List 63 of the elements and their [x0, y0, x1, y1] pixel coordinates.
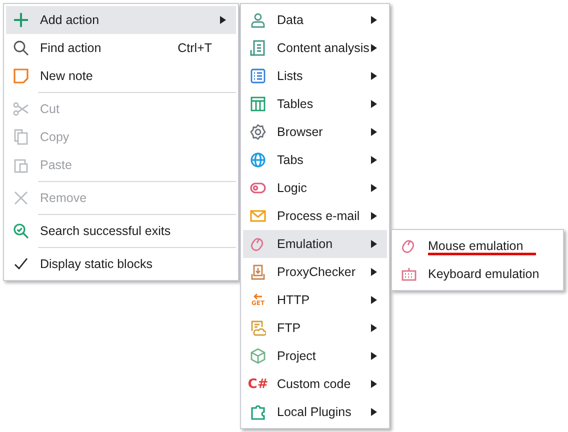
submenu-arrow-icon [371, 296, 377, 304]
download-tray-icon [250, 264, 266, 280]
menu-item[interactable]: FTP [243, 314, 387, 342]
plus-icon [13, 12, 29, 28]
menu-item[interactable]: Emulation [243, 230, 387, 258]
checkmark-icon [13, 256, 29, 272]
menu-item[interactable]: Find action Ctrl+T [6, 34, 236, 62]
person-icon [250, 12, 266, 28]
cloud-document-icon [250, 320, 266, 336]
paste-icon [13, 157, 29, 173]
envelope-icon [250, 208, 266, 224]
menu-item[interactable]: Add action [6, 6, 236, 34]
menu-item[interactable]: Data [243, 6, 387, 34]
search-icon [13, 40, 29, 56]
submenu-arrow-icon [371, 268, 377, 276]
keyboard-icon [401, 266, 417, 282]
menu-item[interactable]: Tabs [243, 146, 387, 174]
left-arrow-icon [253, 293, 263, 300]
submenu-arrow-icon [371, 408, 377, 416]
submenu-arrow-icon [371, 380, 377, 388]
submenu-arrow-icon [371, 128, 377, 136]
submenu-arrow-icon [371, 212, 377, 220]
submenu-arrow-icon [371, 72, 377, 80]
search-check-icon [13, 223, 29, 239]
menu-item[interactable]: Tables [243, 90, 387, 118]
puzzle-piece-icon [250, 404, 266, 420]
menu-item[interactable]: Display static blocks [6, 250, 236, 278]
mouse-icon [401, 238, 417, 254]
menu-item[interactable]: Logic [243, 174, 387, 202]
menu-item[interactable]: Project [243, 342, 387, 370]
cube-icon [250, 348, 266, 364]
submenu-arrow-icon [371, 44, 377, 52]
submenu-arrow-icon [371, 16, 377, 24]
submenu-arrow-icon [371, 184, 377, 192]
submenu-arrow-icon [371, 352, 377, 360]
document-icon [250, 40, 266, 56]
menu-item[interactable]: C# Custom code [243, 370, 387, 398]
toggle-icon [250, 180, 266, 196]
copy-icon [13, 129, 29, 145]
submenu-arrow-icon [371, 324, 377, 332]
menu-item[interactable]: New note [6, 62, 236, 90]
submenu-arrow-icon [371, 240, 377, 248]
menu-item[interactable]: Mouse emulation [394, 232, 561, 260]
submenu-arrow-icon [371, 100, 377, 108]
cross-icon [13, 190, 29, 206]
menu-item[interactable]: Search successful exits [6, 217, 236, 245]
submenu-arrow-icon [220, 16, 226, 24]
menu-item[interactable]: Browser [243, 118, 387, 146]
icon-label: C# [248, 378, 268, 390]
table-icon [250, 96, 266, 112]
list-icon [250, 68, 266, 84]
menu-item[interactable]: ProxyChecker [243, 258, 387, 286]
menu-item[interactable]: Keyboard emulation [394, 260, 561, 288]
mouse-icon [250, 236, 266, 252]
submenu-arrow-icon [371, 156, 377, 164]
gear-icon [250, 124, 266, 140]
menu-item[interactable]: Local Plugins [243, 398, 387, 426]
menu-item[interactable]: Content analysis [243, 34, 387, 62]
note-icon [13, 68, 29, 84]
scissors-icon [13, 101, 29, 117]
menu-item[interactable]: Lists [243, 62, 387, 90]
globe-icon [250, 152, 266, 168]
menu-item[interactable]: Process e-mail [243, 202, 387, 230]
